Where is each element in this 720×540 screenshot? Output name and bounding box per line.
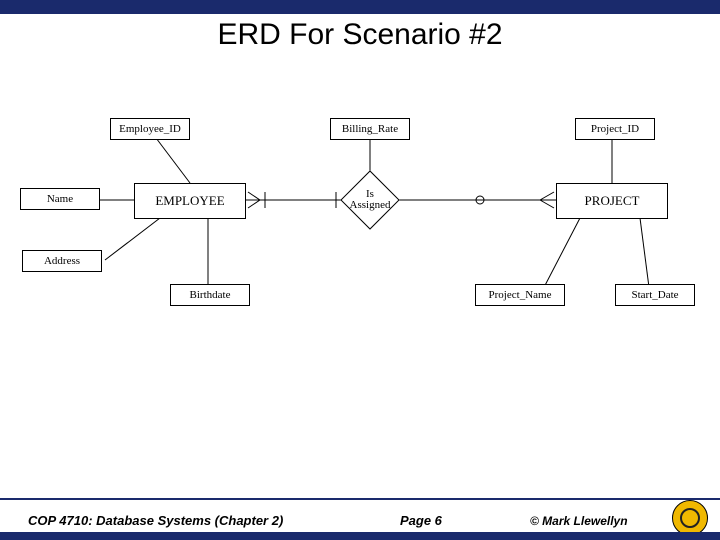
bottom-accent-bar (0, 532, 720, 540)
entity-project: PROJECT (556, 183, 668, 219)
attr-project-id: Project_ID (575, 118, 655, 140)
slide: ERD For Scenario #2 (0, 0, 720, 540)
top-accent-bar (0, 0, 720, 14)
entity-employee: EMPLOYEE (134, 183, 246, 219)
attr-employee-id: Employee_ID (110, 118, 190, 140)
attr-billing-rate: Billing_Rate (330, 118, 410, 140)
attr-address: Address (22, 250, 102, 272)
footer-page: Page 6 (400, 513, 442, 528)
page-title: ERD For Scenario #2 (0, 18, 720, 52)
attr-birthdate: Birthdate (170, 284, 250, 306)
ucf-logo-icon (672, 500, 708, 536)
attr-start-date: Start_Date (615, 284, 695, 306)
footer-copyright: © Mark Llewellyn (530, 513, 628, 528)
footer-separator (0, 498, 720, 500)
footer-course: COP 4710: Database Systems (Chapter 2) (28, 513, 283, 528)
relationship-label: Is Assigned (350, 189, 391, 211)
erd-diagram: Employee_ID Billing_Rate Project_ID Name… (0, 100, 720, 350)
attr-project-name: Project_Name (475, 284, 565, 306)
relationship-is-assigned: Is Assigned (342, 172, 398, 228)
attr-name: Name (20, 188, 100, 210)
rel-line2: Assigned (350, 200, 391, 211)
